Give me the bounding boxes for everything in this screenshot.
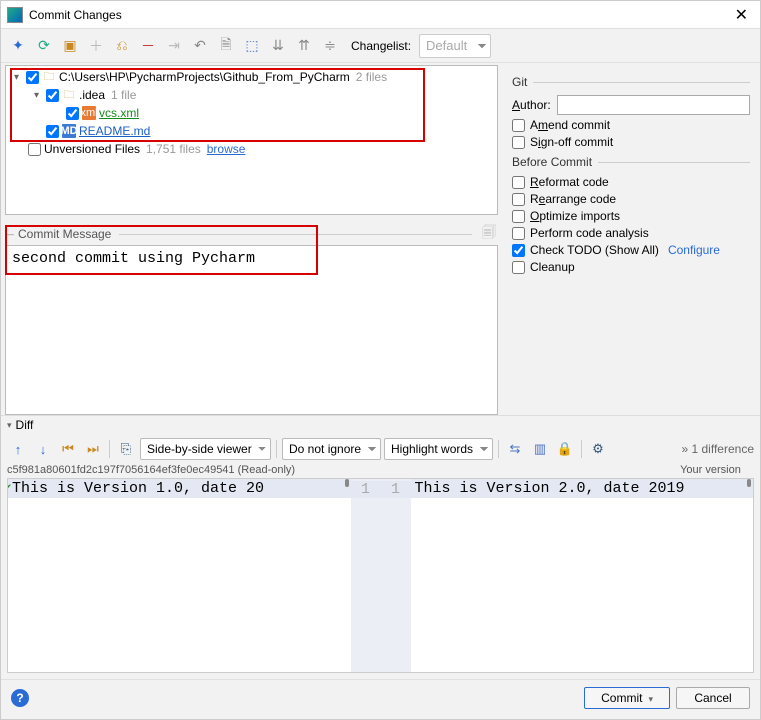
commit-message-header: — Commit Message 🗐	[5, 225, 498, 243]
remove-icon[interactable]: －	[137, 35, 159, 57]
tree-idea-row[interactable]: ▾ 🗀 .idea 1 file	[6, 86, 497, 104]
unversioned-label: Unversioned Files	[44, 142, 140, 156]
folder-icon: 🗀	[42, 70, 56, 84]
check-icon: ✔	[8, 480, 11, 495]
twisty-icon[interactable]: ▾	[34, 90, 46, 101]
help-icon[interactable]: ?	[11, 689, 29, 707]
expand-icon[interactable]: ⇊	[267, 35, 289, 57]
folder-icon: 🗀	[62, 88, 76, 102]
history-icon[interactable]: 🗎	[215, 35, 237, 57]
highlight-select[interactable]: Highlight words	[384, 438, 493, 460]
readonly-icon[interactable]: 🔒	[554, 438, 576, 460]
diff-collapse-icon[interactable]: ▾	[7, 420, 12, 431]
commit-button[interactable]: Commit▾	[584, 687, 670, 709]
window-title: Commit Changes	[29, 8, 122, 22]
amend-checkbox[interactable]: Amend commit	[512, 118, 750, 132]
vcs-label[interactable]: vcs.xml	[99, 106, 139, 120]
show-diff-icon[interactable]: ✦	[7, 35, 29, 57]
bottom-bar: ? Commit▾ Cancel	[1, 679, 760, 719]
diff-toolbar: ↑ ↓ ⏮ ⏭ ⎘ Side-by-side viewer Do not ign…	[1, 434, 760, 464]
git-group-title: Git	[512, 75, 750, 89]
changelist-label: Changelist:	[351, 39, 411, 53]
diff-section: ▾ Diff ↑ ↓ ⏮ ⏭ ⎘ Side-by-side viewer Do …	[1, 415, 760, 679]
tree-root-row[interactable]: ▾ 🗀 C:\Users\HP\PycharmProjects\Github_F…	[6, 68, 497, 86]
changelist-icon[interactable]: ▣	[59, 35, 81, 57]
right-pane[interactable]: This is Version 2.0, date 2019	[411, 479, 754, 672]
refresh-icon[interactable]: ⟳	[33, 35, 55, 57]
readme-label[interactable]: README.md	[79, 124, 150, 138]
twisty-icon[interactable]: ▾	[14, 72, 26, 83]
checkbox-unversioned[interactable]	[28, 143, 41, 156]
root-path: C:\Users\HP\PycharmProjects\Github_From_…	[59, 70, 350, 84]
viewer-select[interactable]: Side-by-side viewer	[140, 438, 271, 460]
main-toolbar: ✦ ⟳ ▣ ＋ ⎌ － ⇥ ↶ 🗎 ⬚ ⇊ ⇈ ≑ Changelist: De…	[1, 29, 760, 63]
scrollbar[interactable]	[345, 479, 349, 487]
browse-link[interactable]: browse	[207, 142, 246, 156]
rearrange-checkbox[interactable]: Rearrange code	[512, 192, 750, 206]
settings-icon[interactable]: ⚙	[587, 438, 609, 460]
commit-message-input[interactable]	[5, 245, 498, 415]
checkbox-idea[interactable]	[46, 89, 59, 102]
rollback-icon[interactable]: ⎌	[111, 35, 133, 57]
commit-history-icon[interactable]: 🗐	[480, 225, 498, 243]
signoff-checkbox[interactable]: Sign-off commit	[512, 135, 750, 149]
idea-label: .idea	[79, 88, 105, 102]
tree-unversioned-row[interactable]: Unversioned Files 1,751 files browse	[6, 140, 497, 158]
optimize-checkbox[interactable]: Optimize imports	[512, 209, 750, 223]
tree-readme-row[interactable]: MD README.md	[6, 122, 497, 140]
xml-file-icon: xml	[82, 106, 96, 120]
flatten-icon[interactable]: ≑	[319, 35, 341, 57]
group-icon[interactable]: ⬚	[241, 35, 263, 57]
cancel-button[interactable]: Cancel	[676, 687, 750, 709]
ignore-select[interactable]: Do not ignore	[282, 438, 381, 460]
prev-file-icon[interactable]: ⏮	[57, 438, 79, 460]
close-icon[interactable]: ✕	[729, 5, 754, 25]
app-icon	[7, 7, 23, 23]
add-icon[interactable]: ＋	[85, 35, 107, 57]
md-file-icon: MD	[62, 124, 76, 138]
author-input[interactable]	[557, 95, 750, 115]
next-file-icon[interactable]: ⏭	[82, 438, 104, 460]
left-pane[interactable]: ✔ This is Version 1.0, date 20	[8, 479, 351, 672]
analysis-checkbox[interactable]: Perform code analysis	[512, 226, 750, 240]
collapse-unchanged-icon[interactable]: ⇆	[504, 438, 526, 460]
jump-icon[interactable]: ⇥	[163, 35, 185, 57]
jump-to-source-icon[interactable]: ⎘	[115, 438, 137, 460]
checkbox-root[interactable]	[26, 71, 39, 84]
reformat-checkbox[interactable]: Reformat code	[512, 175, 750, 189]
diff-count: » 1 difference	[681, 442, 754, 456]
before-commit-title: Before Commit	[512, 155, 750, 169]
checkbox-readme[interactable]	[46, 125, 59, 138]
todo-checkbox[interactable]: Check TODO (Show All) Configure	[512, 243, 750, 257]
next-diff-icon[interactable]: ↓	[32, 438, 54, 460]
sync-scroll-icon[interactable]: ▥	[529, 438, 551, 460]
author-label: Author:	[512, 98, 551, 112]
scrollbar[interactable]	[747, 479, 751, 487]
prev-diff-icon[interactable]: ↑	[7, 438, 29, 460]
undo-icon[interactable]: ↶	[189, 35, 211, 57]
diff-hash: c5f981a80601fd2c197f7056164ef3fe0ec49541…	[7, 464, 295, 476]
configure-link[interactable]: Configure	[668, 243, 720, 257]
cleanup-checkbox[interactable]: Cleanup	[512, 260, 750, 274]
root-count: 2 files	[356, 70, 387, 84]
unversioned-count: 1,751 files	[146, 142, 201, 156]
checkbox-vcs[interactable]	[66, 107, 79, 120]
commit-message-label: Commit Message	[18, 227, 111, 241]
options-panel: Git Author: Amend commit Sign-off commit…	[502, 63, 760, 415]
tree-vcs-row[interactable]: xml vcs.xml	[6, 104, 497, 122]
diff-gutter: 11	[351, 479, 411, 672]
diff-info: c5f981a80601fd2c197f7056164ef3fe0ec49541…	[1, 464, 760, 478]
diff-panes[interactable]: ✔ This is Version 1.0, date 20 11 This i…	[7, 478, 754, 673]
changelist-select[interactable]: Default	[419, 34, 491, 58]
your-version-label: Your version	[680, 464, 741, 476]
idea-count: 1 file	[111, 88, 136, 102]
changes-tree[interactable]: ▾ 🗀 C:\Users\HP\PycharmProjects\Github_F…	[5, 65, 498, 215]
collapse-icon[interactable]: ⇈	[293, 35, 315, 57]
title-bar: Commit Changes ✕	[1, 1, 760, 29]
diff-label: Diff	[16, 418, 34, 432]
